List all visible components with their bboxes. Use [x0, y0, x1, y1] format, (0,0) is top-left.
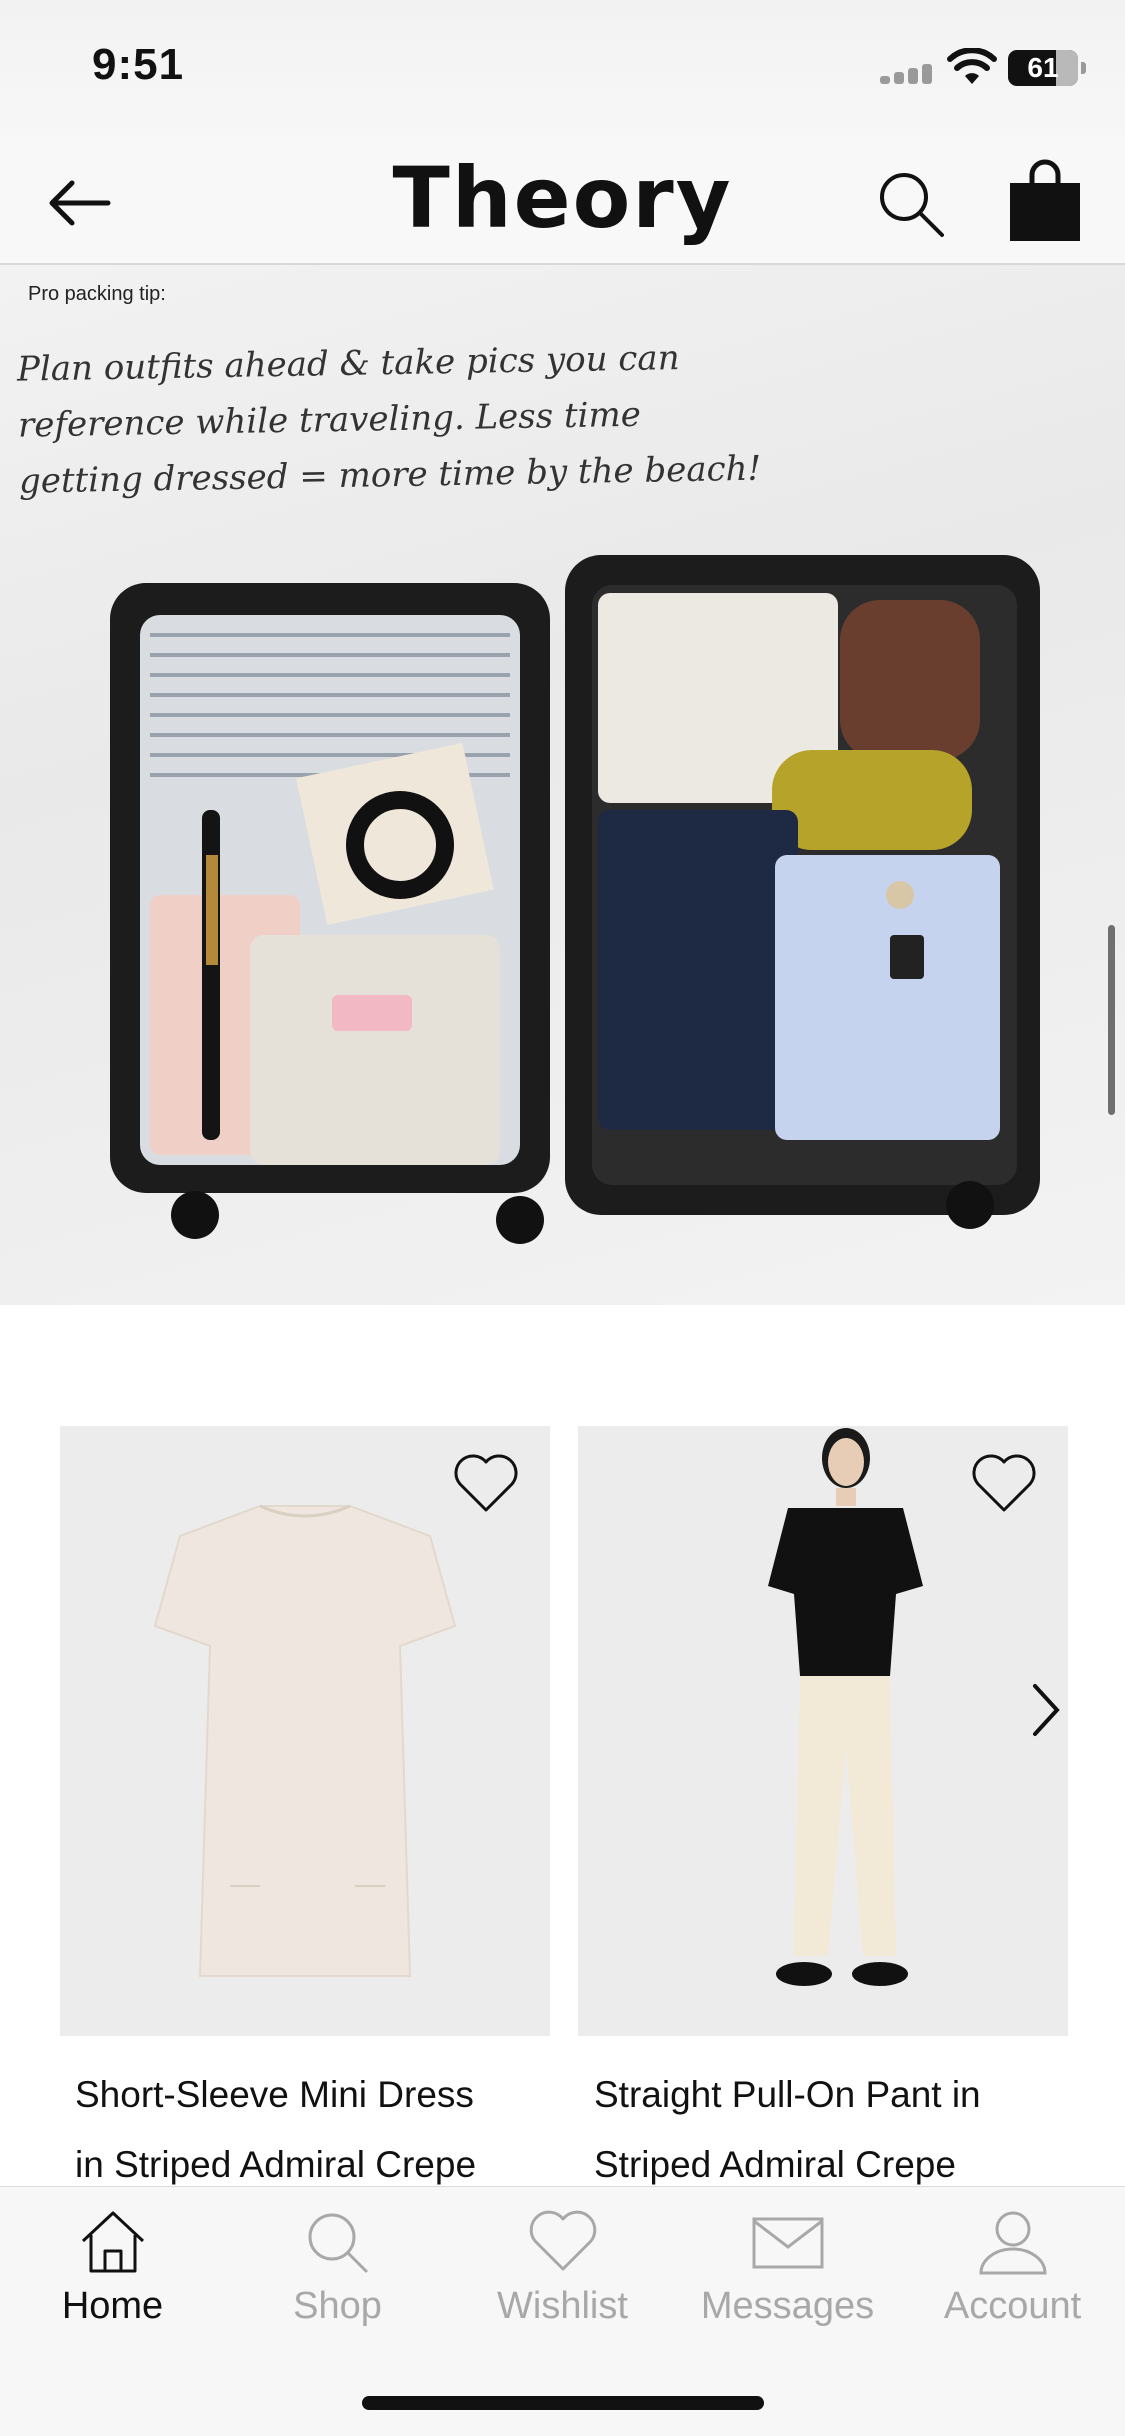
product-card-pull-on-pant[interactable]: [578, 1426, 1068, 2036]
tab-label: Wishlist: [497, 2285, 628, 2327]
search-icon[interactable]: [870, 163, 950, 243]
home-indicator: [362, 2396, 764, 2410]
title-line: Short-Sleeve Mini Dress: [75, 2074, 474, 2115]
title-line: Straight Pull-On Pant in: [594, 2074, 981, 2115]
suitcase-image: [110, 555, 1040, 1244]
tip-label: Pro packing tip:: [28, 283, 166, 305]
home-icon: [81, 2211, 144, 2273]
tab-label: Home: [61, 2285, 164, 2327]
person-icon: [978, 2211, 1047, 2275]
note-line: getting dressed = more time by the beach…: [18, 448, 762, 502]
carousel-next-chevron-icon[interactable]: [1025, 1680, 1065, 1740]
status-bar: 9:51 61: [0, 0, 1125, 135]
handwritten-note: Plan outfits ahead & take pics you can r…: [17, 328, 780, 509]
battery-level: 61: [1027, 52, 1059, 83]
tab-label: Account: [943, 2285, 1082, 2327]
battery-icon: 61: [1008, 50, 1086, 86]
product-title-pull-on-pant[interactable]: Straight Pull-On Pant in Striped Admiral…: [594, 2060, 1094, 2200]
tab-wishlist[interactable]: Wishlist: [450, 2207, 675, 2357]
cellular-signal-icon: [880, 62, 936, 84]
heart-icon: [529, 2210, 596, 2271]
status-time: 9:51: [92, 40, 185, 89]
product-image-dress: [153, 1504, 457, 1977]
scroll-indicator: [1108, 925, 1115, 1115]
wifi-icon: [947, 48, 997, 84]
envelope-icon: [752, 2217, 823, 2269]
product-card-mini-dress[interactable]: [60, 1426, 550, 2036]
tab-shop[interactable]: Shop: [225, 2207, 450, 2357]
tab-label: Messages: [700, 2285, 875, 2327]
product-image-pant: [768, 1428, 923, 1986]
search-icon: [308, 2213, 367, 2273]
brand-logo[interactable]: Theory: [0, 149, 1125, 247]
hero-banner[interactable]: Pro packing tip: Plan outfits ahead & ta…: [0, 265, 1125, 1305]
tab-label: Shop: [293, 2285, 382, 2327]
product-title-mini-dress[interactable]: Short-Sleeve Mini Dress in Striped Admir…: [75, 2060, 575, 2200]
tab-messages[interactable]: Messages: [675, 2207, 900, 2357]
tab-account[interactable]: Account: [900, 2207, 1125, 2357]
wishlist-heart-icon[interactable]: [452, 1452, 520, 1514]
shopping-bag-icon[interactable]: [1000, 157, 1090, 247]
tab-home[interactable]: Home: [0, 2207, 225, 2357]
nav-header: Theory: [0, 135, 1125, 265]
wishlist-heart-icon[interactable]: [970, 1452, 1038, 1514]
